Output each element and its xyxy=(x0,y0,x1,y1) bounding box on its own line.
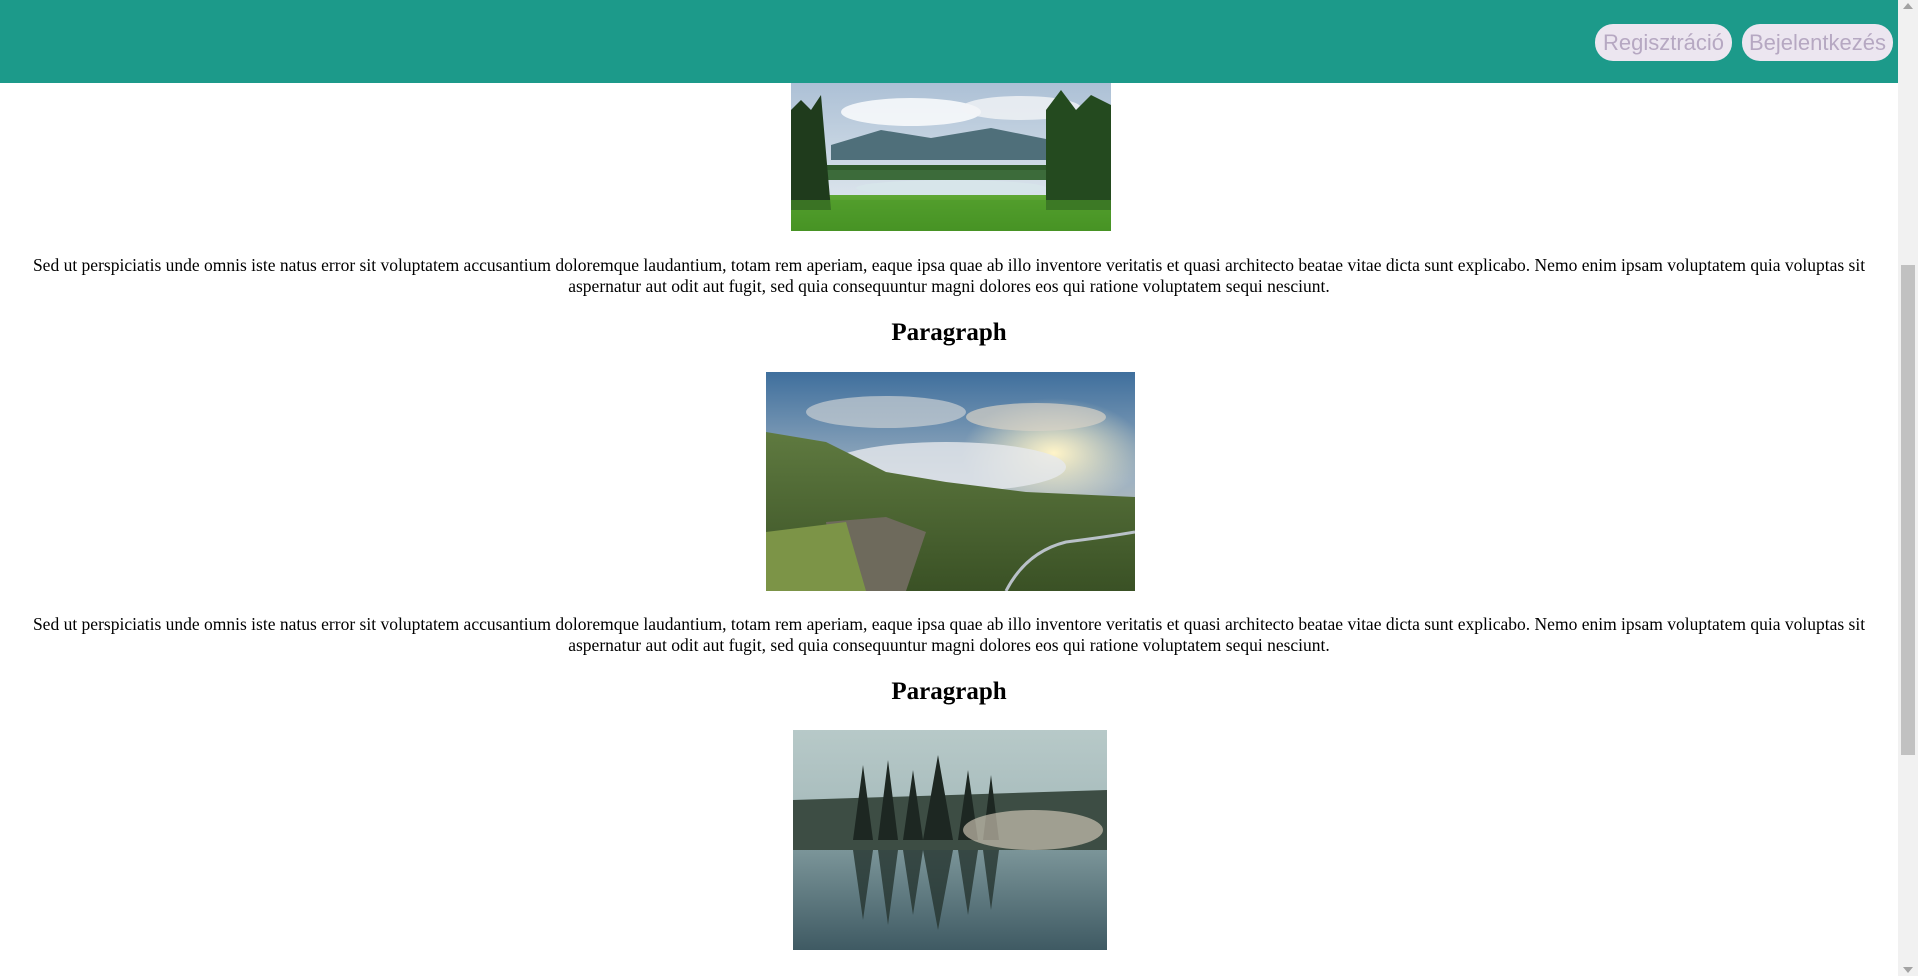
scrollbar-thumb[interactable] xyxy=(1901,265,1915,755)
forest-lake-reflection-image xyxy=(793,730,1107,950)
main-content: Sed ut perspiciatis unde omnis iste natu… xyxy=(0,0,1898,976)
misty-valley-image xyxy=(766,372,1135,591)
paragraph-text: Sed ut perspiciatis unde omnis iste natu… xyxy=(32,614,1866,655)
scroll-up-arrow-icon[interactable] xyxy=(1903,3,1913,9)
top-navigation-bar: Regisztráció Bejelentkezés xyxy=(0,0,1898,83)
register-button[interactable]: Regisztráció xyxy=(1595,24,1732,61)
section-heading: Paragraph xyxy=(891,319,1007,346)
vertical-scrollbar[interactable] xyxy=(1898,0,1918,976)
scroll-down-arrow-icon[interactable] xyxy=(1903,967,1913,973)
section-heading: Paragraph xyxy=(891,678,1007,705)
paragraph-text: Sed ut perspiciatis unde omnis iste natu… xyxy=(32,255,1866,296)
login-button[interactable]: Bejelentkezés xyxy=(1742,24,1893,61)
